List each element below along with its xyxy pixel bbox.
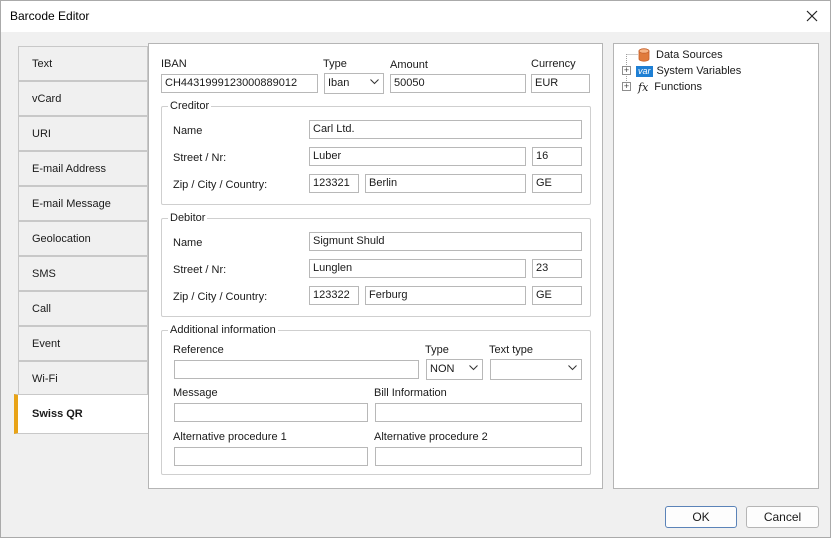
close-button[interactable] <box>798 3 826 29</box>
additional-type-label: Type <box>425 344 449 356</box>
chevron-down-icon <box>469 365 478 371</box>
creditor-nr-input[interactable]: 16 <box>532 147 582 166</box>
additional-type-select[interactable]: NON <box>426 359 483 380</box>
tab-label: Event <box>32 337 61 350</box>
debitor-street-input[interactable]: Lunglen <box>309 259 526 278</box>
creditor-street-label: Street / Nr: <box>173 152 227 164</box>
alt-procedure-1-input[interactable] <box>174 447 368 466</box>
title-bar: Barcode Editor <box>1 1 830 32</box>
amount-input[interactable]: 50050 <box>390 74 526 93</box>
database-icon <box>638 48 650 62</box>
cancel-button[interactable]: Cancel <box>746 506 819 528</box>
debitor-zip-label: Zip / City / Country: <box>173 291 268 303</box>
close-icon <box>806 10 818 22</box>
debitor-country-input[interactable]: GE <box>532 286 582 305</box>
reference-label: Reference <box>173 344 224 356</box>
bill-info-input[interactable] <box>375 403 582 422</box>
currency-label: Currency <box>531 58 576 70</box>
tree-item-label: Functions <box>654 81 702 93</box>
creditor-zip-input[interactable]: 123321 <box>309 174 359 193</box>
tab-label: Geolocation <box>32 232 91 245</box>
chevron-down-icon <box>568 365 577 371</box>
tab-label: SMS <box>32 267 56 280</box>
tree-item-label: System Variables <box>656 65 742 77</box>
tab-label: Swiss QR <box>32 408 83 420</box>
creditor-group: Creditor Name Carl Ltd. Street / Nr: Lub… <box>161 100 591 205</box>
iban-label: IBAN <box>161 58 187 70</box>
creditor-title: Creditor <box>168 100 212 112</box>
creditor-name-label: Name <box>173 125 203 137</box>
var-icon: var <box>636 65 653 77</box>
tab-geolocation[interactable]: Geolocation <box>18 221 148 256</box>
alt-procedure-2-input[interactable] <box>375 447 582 466</box>
amount-label: Amount <box>390 59 428 71</box>
ok-button[interactable]: OK <box>665 506 737 528</box>
window-title: Barcode Editor <box>10 9 90 23</box>
message-label: Message <box>173 387 218 399</box>
tree-item-label: Data Sources <box>656 49 723 61</box>
tab-swiss-qr[interactable]: Swiss QR <box>14 394 150 434</box>
tab-wifi[interactable]: Wi-Fi <box>18 361 148 396</box>
tab-label: vCard <box>32 92 62 105</box>
function-icon: fx <box>638 80 649 94</box>
creditor-city-input[interactable]: Berlin <box>365 174 526 193</box>
currency-input[interactable]: EUR <box>531 74 590 93</box>
tab-call[interactable]: Call <box>18 291 148 326</box>
tab-label: URI <box>32 127 51 140</box>
creditor-country-input[interactable]: GE <box>532 174 582 193</box>
tree-item-system-variables[interactable]: var System Variables <box>636 63 741 79</box>
tab-label: E-mail Address <box>32 162 106 175</box>
expand-system-variables[interactable]: + <box>622 66 631 75</box>
reference-input[interactable] <box>174 360 419 379</box>
additional-type-value: NON <box>430 363 455 375</box>
debitor-street-label: Street / Nr: <box>173 264 227 276</box>
tab-email-address[interactable]: E-mail Address <box>18 151 148 186</box>
creditor-street-input[interactable]: Luber <box>309 147 526 166</box>
alt-procedure-2-label: Alternative procedure 2 <box>374 431 488 443</box>
chevron-down-icon <box>370 79 379 85</box>
debitor-name-label: Name <box>173 237 203 249</box>
tab-email-message[interactable]: E-mail Message <box>18 186 148 221</box>
alt-procedure-1-label: Alternative procedure 1 <box>173 431 287 443</box>
tab-vcard[interactable]: vCard <box>18 81 148 116</box>
debitor-name-input[interactable]: Sigmunt Shuld <box>309 232 582 251</box>
creditor-zip-label: Zip / City / Country: <box>173 179 268 191</box>
tab-label: E-mail Message <box>32 197 111 210</box>
debitor-zip-input[interactable]: 123322 <box>309 286 359 305</box>
tab-event[interactable]: Event <box>18 326 148 361</box>
tree-item-data-sources[interactable]: Data Sources <box>638 47 723 63</box>
barcode-editor-window: Barcode Editor Text vCard URI E-mail Add… <box>0 0 831 538</box>
tab-label: Call <box>32 302 51 315</box>
debitor-title: Debitor <box>168 212 208 224</box>
type-label: Type <box>323 58 347 70</box>
additional-info-group: Additional information Reference Type NO… <box>161 324 591 475</box>
debitor-nr-input[interactable]: 23 <box>532 259 582 278</box>
type-select-value: Iban <box>328 77 350 89</box>
text-type-select[interactable] <box>490 359 582 380</box>
debitor-city-input[interactable]: Ferburg <box>365 286 526 305</box>
iban-input[interactable]: CH4431999123000889012 <box>161 74 318 93</box>
creditor-name-input[interactable]: Carl Ltd. <box>309 120 582 139</box>
message-input[interactable] <box>174 403 368 422</box>
tab-text[interactable]: Text <box>18 46 148 81</box>
tab-uri[interactable]: URI <box>18 116 148 151</box>
tab-sms[interactable]: SMS <box>18 256 148 291</box>
tab-label: Text <box>32 57 53 70</box>
data-tree: Data Sources + var System Variables + fx… <box>613 43 819 489</box>
tab-label: Wi-Fi <box>32 372 58 385</box>
expand-functions[interactable]: + <box>622 82 631 91</box>
bill-info-label: Bill Information <box>374 387 447 399</box>
text-type-label: Text type <box>489 344 534 356</box>
tree-item-functions[interactable]: fx Functions <box>638 79 702 95</box>
type-select[interactable]: Iban <box>324 73 384 94</box>
debitor-group: Debitor Name Sigmunt Shuld Street / Nr: … <box>161 212 591 317</box>
additional-info-title: Additional information <box>168 324 278 336</box>
swiss-qr-panel: IBAN CH4431999123000889012 Type Iban Amo… <box>148 43 603 489</box>
